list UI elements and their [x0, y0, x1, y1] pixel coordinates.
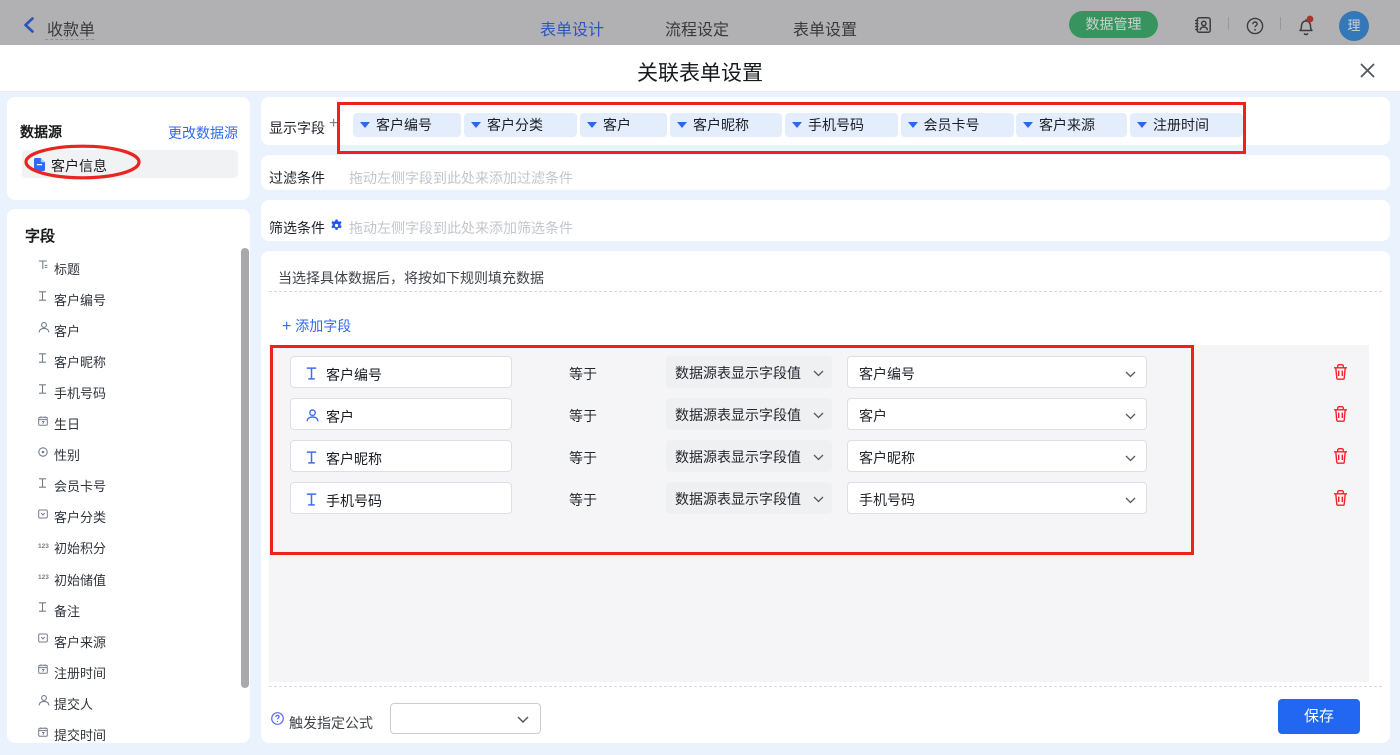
- svg-text:123: 123: [38, 543, 49, 550]
- svg-text:123: 123: [38, 574, 49, 581]
